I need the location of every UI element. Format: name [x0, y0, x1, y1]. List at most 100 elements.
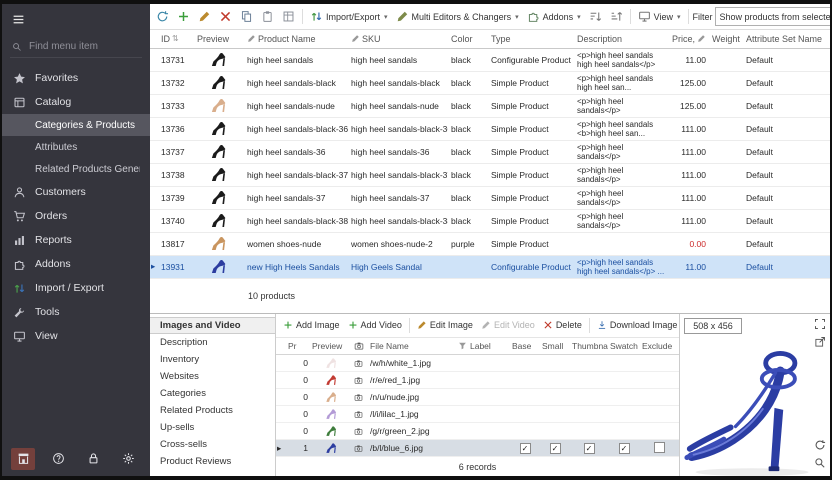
column-header-file-name[interactable]: File Name — [368, 338, 456, 355]
exclude-checkbox[interactable] — [654, 442, 665, 453]
fullscreen-icon[interactable] — [814, 318, 826, 330]
delete-product-button[interactable] — [216, 8, 235, 25]
table-row[interactable]: 13732 high heel sandals-black high heel … — [150, 71, 830, 94]
product-thumbnail — [197, 142, 241, 162]
column-header-sku[interactable]: SKU — [348, 30, 448, 48]
paste-button[interactable] — [258, 8, 277, 25]
settings-button[interactable] — [117, 448, 141, 470]
column-header-preview[interactable]: Preview — [194, 30, 244, 48]
tab-websites[interactable]: Websites — [150, 368, 275, 385]
column-header-small[interactable]: Small — [540, 338, 570, 355]
add-product-button[interactable] — [174, 8, 193, 25]
open-external-icon[interactable] — [814, 336, 826, 348]
tab-related-products[interactable]: Related Products — [150, 402, 275, 419]
sidebar-item-attributes[interactable]: Attributes — [2, 136, 150, 158]
cell-exclude — [640, 406, 679, 423]
tab-description[interactable]: Description — [150, 334, 275, 351]
multi-editors-dropdown[interactable]: Multi Editors & Changers — [393, 8, 522, 25]
column-header-label[interactable]: Label — [468, 338, 510, 355]
sidebar-search[interactable]: Find menu item — [10, 36, 142, 58]
copy-button[interactable] — [237, 8, 256, 25]
column-header-base[interactable]: Base — [510, 338, 540, 355]
tab-up-sells[interactable]: Up-sells — [150, 419, 275, 436]
base-checkbox[interactable] — [520, 443, 531, 454]
table-row[interactable]: 13731 high heel sandals high heel sandal… — [150, 48, 830, 71]
list-item[interactable]: 0 /n/u/nude.jpg — [276, 389, 679, 406]
column-header-id[interactable]: ID⇅ — [158, 30, 194, 48]
sidebar-item-reports[interactable]: Reports — [2, 228, 150, 252]
refresh-button[interactable] — [153, 8, 172, 25]
thumbnail-checkbox[interactable] — [584, 443, 595, 454]
image-size-box[interactable]: 508 x 456 — [684, 318, 742, 334]
help-button[interactable] — [46, 448, 70, 470]
import-export-dropdown[interactable]: Import/Export — [307, 8, 391, 25]
tab-inventory[interactable]: Inventory — [150, 351, 275, 368]
cell-product-name: high heel sandals-black-36 — [244, 117, 348, 140]
column-header-weight[interactable]: Weight — [709, 30, 743, 48]
sidebar-item-related-products-generator[interactable]: Related Products Generator — [2, 158, 150, 180]
sidebar-item-addons[interactable]: Addons — [2, 252, 150, 276]
rotate-icon[interactable] — [814, 439, 826, 451]
column-header-preview[interactable]: Preview — [310, 338, 352, 355]
sidebar-item-orders[interactable]: Orders — [2, 204, 150, 228]
table-row[interactable]: ▸ 13931 new High Heels Sandals High Geel… — [150, 255, 830, 278]
sidebar-item-import-export[interactable]: Import / Export — [2, 276, 150, 300]
table-row[interactable]: 13737 high heel sandals-36 high heel san… — [150, 140, 830, 163]
table-row[interactable]: 13740 high heel sandals-black-38 high he… — [150, 209, 830, 232]
list-item[interactable]: 0 /r/e/red_1.jpg — [276, 372, 679, 389]
table-row[interactable]: 13739 high heel sandals-37 high heel san… — [150, 186, 830, 209]
download-image-button[interactable]: Download Image — [594, 318, 679, 332]
filter-select[interactable]: Show products from selected categories — [715, 7, 830, 26]
add-video-button[interactable]: Add Video — [345, 318, 405, 332]
column-header-exclude[interactable]: Exclude — [640, 338, 679, 355]
tab-categories[interactable]: Categories — [150, 385, 275, 402]
cell-preview — [194, 48, 244, 71]
column-header-color[interactable]: Color — [448, 30, 488, 48]
list-item[interactable]: 0 /l/i/lilac_1.jpg — [276, 406, 679, 423]
addons-dropdown[interactable]: Addons — [524, 8, 584, 25]
column-header-product-name[interactable]: Product Name — [244, 30, 348, 48]
store-button[interactable] — [11, 448, 35, 470]
camera-icon — [354, 444, 363, 453]
column-header-thumbnail[interactable]: Thumbna — [570, 338, 608, 355]
column-header-type[interactable]: Type — [488, 30, 574, 48]
sidebar-item-tools[interactable]: Tools — [2, 300, 150, 324]
filter-column-header[interactable] — [456, 338, 468, 355]
add-image-button[interactable]: Add Image — [280, 318, 343, 332]
column-header-description[interactable]: Description — [574, 30, 669, 48]
view-dropdown[interactable]: View — [635, 8, 684, 25]
sort-descending-button[interactable] — [607, 8, 626, 25]
column-header-attribute-set[interactable]: Attribute Set Name — [743, 30, 830, 48]
sidebar-item-catalog[interactable]: Catalog — [2, 90, 150, 114]
edit-image-button[interactable]: Edit Image — [414, 318, 476, 332]
tab-product-reviews[interactable]: Product Reviews — [150, 453, 275, 470]
lock-button[interactable] — [82, 448, 106, 470]
table-row[interactable]: 13733 high heel sandals-nude high heel s… — [150, 94, 830, 117]
table-row[interactable]: 13817 women shoes-nude women shoes-nude-… — [150, 232, 830, 255]
column-header-price[interactable]: Price, — [669, 30, 709, 48]
edit-video-button[interactable]: Edit Video — [478, 318, 538, 332]
column-header-swatch[interactable]: Swatch — [608, 338, 640, 355]
edit-product-button[interactable] — [195, 8, 214, 25]
sidebar-item-categories-products[interactable]: Categories & Products — [2, 114, 150, 136]
column-header-pr[interactable]: Pr — [286, 338, 310, 355]
list-item[interactable]: 0 /g/r/green_2.jpg — [276, 423, 679, 440]
list-item[interactable]: ▸ 1 /b/l/blue_6.jpg — [276, 440, 679, 457]
table-row[interactable]: 13738 high heel sandals-black-37 high he… — [150, 163, 830, 186]
zoom-icon[interactable] — [814, 457, 826, 469]
small-checkbox[interactable] — [550, 443, 561, 454]
gear-icon — [122, 452, 135, 465]
delete-image-button[interactable]: Delete — [540, 318, 585, 332]
columns-button[interactable] — [279, 8, 298, 25]
swatch-checkbox[interactable] — [619, 443, 630, 454]
sidebar-item-favorites[interactable]: Favorites — [2, 66, 150, 90]
list-item[interactable]: 0 /w/h/white_1.jpg — [276, 355, 679, 372]
table-row[interactable]: 13736 high heel sandals-black-36 high he… — [150, 117, 830, 140]
tab-cross-sells[interactable]: Cross-sells — [150, 436, 275, 453]
sidebar-item-customers[interactable]: Customers — [2, 180, 150, 204]
sidebar-item-view[interactable]: View — [2, 324, 150, 348]
tab-images-and-video[interactable]: Images and Video — [150, 317, 275, 334]
cell-exclude — [640, 440, 679, 457]
sort-ascending-button[interactable] — [586, 8, 605, 25]
hamburger-menu-icon[interactable] — [12, 13, 25, 26]
